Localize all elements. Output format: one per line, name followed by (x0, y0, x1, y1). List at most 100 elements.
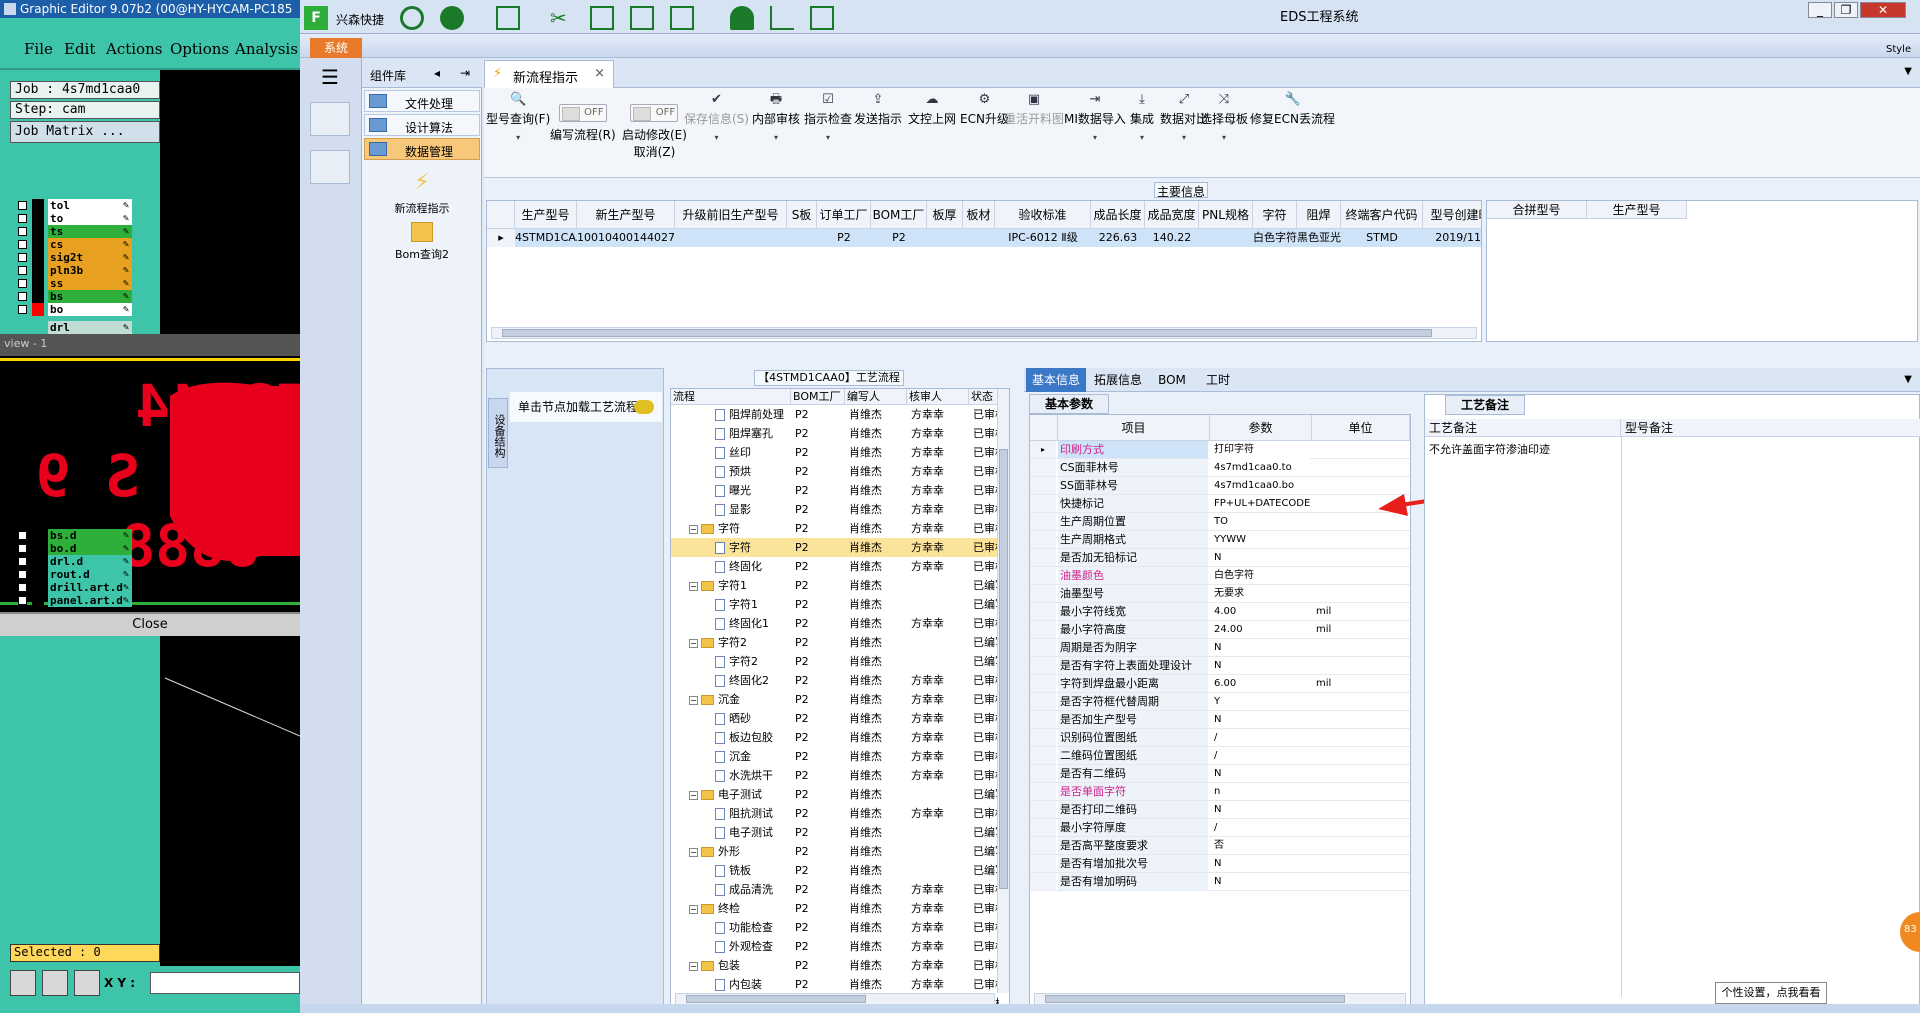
grid-cell[interactable]: IPC-6012 Ⅱ级 (995, 229, 1091, 247)
param-row[interactable]: SS面菲林号 4s7md1caa0.bo (1030, 477, 1410, 495)
chevron-down-icon[interactable]: ▾ (752, 133, 800, 142)
grid-tool-icon[interactable] (74, 970, 100, 996)
scroll-thumb[interactable] (502, 329, 1432, 337)
tree-row[interactable]: 阻焊前处理 P2 肖维杰 方幸幸 已审核 (671, 405, 999, 424)
param-value[interactable]: FP+UL+DATECODE (1210, 495, 1310, 513)
layer-checkbox[interactable] (18, 214, 27, 223)
collapse-icon[interactable]: − (689, 904, 698, 914)
tree-row[interactable]: 成品清洗 P2 肖维杰 方幸幸 已审核 (671, 880, 999, 899)
chart-icon[interactable] (770, 6, 794, 30)
param-value[interactable]: / (1210, 819, 1310, 837)
scroll-thumb[interactable] (999, 449, 1008, 889)
tab-basic-info[interactable]: 基本信息 (1026, 368, 1086, 392)
grid-cell[interactable]: 226.63 (1091, 229, 1145, 247)
user-icon[interactable] (730, 6, 754, 30)
tree-row[interactable]: − 字符2 P2 肖维杰 已编写 (671, 633, 999, 652)
param-value[interactable]: 24.00 (1210, 621, 1310, 639)
param-row[interactable]: 是否高平整度要求否 (1030, 837, 1410, 855)
tree-row[interactable]: 铣板 P2 肖维杰 已编写 (671, 861, 999, 880)
globe-icon[interactable] (440, 6, 464, 30)
toolbar-button[interactable]: ⇥ MI数据导入 ▾ (1064, 92, 1126, 142)
tree-vscroll[interactable] (997, 389, 1009, 993)
param-value[interactable]: / (1210, 729, 1310, 747)
param-row[interactable]: 二维码位置图纸 / (1030, 747, 1410, 765)
param-value[interactable]: N (1210, 639, 1310, 657)
toolbar-button[interactable]: ✔ 保存信息(S) ▾ (684, 92, 749, 142)
tab-extended-info[interactable]: 拓展信息 (1088, 368, 1148, 392)
param-value[interactable]: N (1210, 855, 1310, 873)
monitor-icon[interactable] (810, 6, 834, 30)
grid-cell[interactable] (787, 229, 817, 247)
bom-query-button[interactable]: Bom查询2 (382, 222, 462, 262)
settings-tooltip[interactable]: 个性设置，点我看看 (1715, 982, 1827, 1004)
tree-row[interactable]: 板边包胶 P2 肖维杰 方幸幸 已审核 (671, 728, 999, 747)
param-row[interactable]: 是否单面字符 n (1030, 783, 1410, 801)
param-value[interactable]: N (1210, 765, 1310, 783)
tree-row[interactable]: 字符 P2 肖维杰 方幸幸 已审核 (671, 538, 999, 557)
zoom-tool-icon[interactable] (10, 970, 36, 996)
param-row[interactable]: 识别码位置图纸 / (1030, 729, 1410, 747)
layer-checkbox[interactable] (18, 240, 27, 249)
layer-checkbox[interactable] (18, 201, 27, 210)
menu-file[interactable]: File (24, 40, 53, 58)
layer-checkbox[interactable] (18, 557, 27, 566)
system-tab[interactable]: 系统 (310, 38, 362, 58)
grid-cell[interactable] (675, 229, 787, 247)
tree-row[interactable]: 晒砂 P2 肖维杰 方幸幸 已审核 (671, 709, 999, 728)
toolbar-button[interactable]: ⤓ 集成 ▾ (1130, 92, 1154, 142)
view-window-bar[interactable]: view - 1 (0, 334, 300, 356)
param-row[interactable]: 字符到焊盘最小距离 6.00 mil (1030, 675, 1410, 693)
view-close-button[interactable]: Close (0, 612, 300, 636)
grid-cell[interactable]: 4STMD1CAA0 (515, 229, 577, 247)
layer-checkbox[interactable] (18, 583, 27, 592)
tree-row[interactable]: 水洗烘干 P2 肖维杰 方幸幸 已审核 (671, 766, 999, 785)
table-icon[interactable] (496, 6, 520, 30)
toolbar-button[interactable]: 🖶 内部审核 ▾ (752, 92, 800, 142)
menu-actions[interactable]: Actions (106, 40, 162, 58)
toolbar-button[interactable]: ▣ 重活开料图 (1004, 92, 1064, 127)
param-value[interactable]: N (1210, 657, 1310, 675)
param-row[interactable]: 是否有增加明码 N (1030, 873, 1410, 891)
param-row[interactable]: ▸ 印刷方式 打印字符 (1030, 441, 1410, 459)
yx-tool-icon[interactable] (310, 102, 350, 136)
param-value[interactable]: 打印字符 (1210, 441, 1310, 459)
tree-row[interactable]: − 电子测试 P2 肖维杰 已编写 (671, 785, 999, 804)
tree-row[interactable]: 预烘 P2 肖维杰 方幸幸 已审核 (671, 462, 999, 481)
tree-row[interactable]: 内包装 P2 肖维杰 方幸幸 已审核 (671, 975, 999, 994)
tree-row[interactable]: 终固化 P2 肖维杰 方幸幸 已审核 (671, 557, 999, 576)
toolbar-button[interactable]: ⤨ 选择母板 ▾ (1200, 92, 1248, 142)
tree-row[interactable]: 曝光 P2 肖维杰 方幸幸 已审核 (671, 481, 999, 500)
param-row[interactable]: 油墨颜色 白色字符 (1030, 567, 1410, 585)
chevron-down-icon[interactable]: ▾ (1200, 133, 1248, 142)
tree-row[interactable]: − 字符 P2 肖维杰 方幸幸 已审核 (671, 519, 999, 538)
style-label[interactable]: Style (1886, 44, 1911, 55)
param-value[interactable]: 4s7md1caa0.bo (1210, 477, 1310, 495)
tree-row[interactable]: 阻焊塞孔 P2 肖维杰 方幸幸 已审核 (671, 424, 999, 443)
memo-text[interactable]: 不允许盖面字符渗油印迹 (1429, 441, 1550, 457)
menu-icon[interactable]: ☰ (310, 62, 350, 96)
collapse-icon[interactable]: − (689, 581, 698, 591)
param-value[interactable]: 无要求 (1210, 585, 1310, 603)
chevron-down-icon[interactable]: ▼ (1904, 66, 1912, 77)
param-row[interactable]: 周期是否为阴字 N (1030, 639, 1410, 657)
layer-checkbox[interactable] (18, 266, 27, 275)
chevron-down-icon[interactable]: ▾ (804, 133, 852, 142)
collapse-icon[interactable]: − (689, 961, 698, 971)
param-row[interactable]: 是否有字符上表面处理设计 N (1030, 657, 1410, 675)
calculator-icon[interactable] (310, 150, 350, 184)
tree-row[interactable]: 电子测试 P2 肖维杰 已编写 (671, 823, 999, 842)
layer-checkbox[interactable] (18, 596, 27, 605)
param-value[interactable]: TO (1210, 513, 1310, 531)
grid-cell[interactable]: P2 (817, 229, 871, 247)
restore-button[interactable]: ❐ (1834, 2, 1858, 18)
grid-cell[interactable] (963, 229, 995, 247)
layer-checkbox[interactable] (18, 279, 27, 288)
layer-row[interactable]: panel.art.d ✎ (14, 593, 132, 608)
toggle-switch[interactable]: OFF (630, 104, 679, 122)
basic-params-grid[interactable]: 项目 参数 单位 ▸ 印刷方式 打印字符 CS面菲林号 4s7md1caa0.to SS面… (1029, 414, 1411, 1008)
param-row[interactable]: 快捷标记 FP+UL+DATECODE (1030, 495, 1410, 513)
tree-row[interactable]: − 包装 P2 肖维杰 方幸幸 已审核 (671, 956, 999, 975)
tree-row[interactable]: − 字符1 P2 肖维杰 已编写 (671, 576, 999, 595)
edit-icon[interactable] (630, 6, 654, 30)
grid-cell[interactable] (927, 229, 963, 247)
